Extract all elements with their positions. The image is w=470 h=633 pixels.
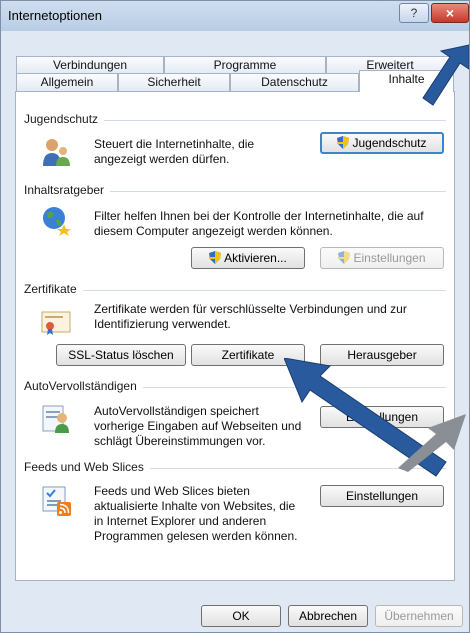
content-tab-panel: Jugendschutz Steuert die Internetinhalte…	[15, 91, 455, 581]
section-divider	[24, 290, 446, 291]
desc-line: Identifizierung verwendet.	[94, 317, 231, 331]
decorative-gray-arrow	[398, 414, 466, 472]
clear-ssl-state-button[interactable]: SSL-Status löschen	[56, 344, 186, 366]
ok-button[interactable]: OK	[201, 605, 281, 627]
feeds-settings-button[interactable]: Einstellungen	[320, 485, 444, 507]
desc-line: diesem Computer angezeigt werden können.	[94, 224, 333, 238]
window-title: Internetoptionen	[8, 8, 102, 23]
title-bar[interactable]: Internetoptionen ? ×	[1, 1, 469, 31]
tab-sicherheit[interactable]: Sicherheit	[118, 73, 230, 91]
zertifikate-description: Zertifikate werden für verschlüsselte Ve…	[94, 302, 407, 332]
desc-line: Steuert die Internetinhalte, die	[94, 137, 255, 151]
desc-line: vorherige Eingaben auf Webseiten und	[94, 419, 302, 433]
internet-options-window: Internetoptionen ? × Verbindungen Progra…	[0, 0, 470, 633]
feeds-icon	[42, 486, 71, 516]
activate-button-label: Aktivieren...	[224, 251, 287, 265]
section-title-jugendschutz: Jugendschutz	[24, 112, 105, 126]
section-title-inhaltsratgeber: Inhaltsratgeber	[24, 183, 111, 197]
arrow-pointing-to-inhalte-tab	[422, 44, 469, 106]
desc-line: Zertifikate werden für verschlüsselte Ve…	[94, 302, 407, 316]
apply-button[interactable]: Übernehmen	[375, 605, 463, 627]
section-title-feeds: Feeds und Web Slices	[24, 460, 150, 474]
uac-shield-icon	[338, 251, 351, 264]
content-advisor-settings-button[interactable]: Einstellungen	[320, 247, 444, 269]
tab-allgemein[interactable]: Allgemein	[16, 73, 118, 91]
desc-line: angezeigt werden dürfen.	[94, 152, 230, 166]
desc-line: schlägt Übereinstimmungen vor.	[94, 434, 266, 448]
section-title-autocomplete: AutoVervollständigen	[24, 379, 143, 393]
desc-line: aktualisierte Inhalte von Websites, die	[94, 499, 296, 513]
jugendschutz-button-label: Jugendschutz	[352, 136, 427, 150]
close-button[interactable]: ×	[431, 3, 469, 23]
activate-button[interactable]: Aktivieren...	[191, 247, 305, 269]
desc-line: Filter helfen Ihnen bei der Kontrolle de…	[94, 209, 424, 223]
feeds-description: Feeds und Web Slices bieten aktualisiert…	[94, 484, 297, 544]
cancel-button[interactable]: Abbrechen	[288, 605, 368, 627]
desc-line: AutoVervollständigen speichert	[94, 404, 259, 418]
tab-programme[interactable]: Programme	[164, 56, 326, 74]
content-advisor-settings-label: Einstellungen	[353, 251, 426, 265]
jugendschutz-description: Steuert die Internetinhalte, die angezei…	[94, 137, 254, 167]
help-button[interactable]: ?	[399, 3, 429, 23]
section-title-zertifikate: Zertifikate	[24, 282, 83, 296]
parental-control-icon	[43, 139, 70, 166]
certificate-icon	[41, 311, 71, 335]
inhaltsratgeber-description: Filter helfen Ihnen bei der Kontrolle de…	[94, 209, 424, 239]
autocomplete-icon	[42, 405, 69, 433]
desc-line: Programmen gelesen werden können.	[94, 529, 298, 543]
uac-shield-icon	[337, 136, 350, 149]
desc-line: in Internet Explorer und anderen	[94, 514, 267, 528]
uac-shield-icon	[209, 251, 222, 264]
tab-datenschutz[interactable]: Datenschutz	[230, 73, 359, 91]
jugendschutz-button[interactable]: Jugendschutz	[320, 132, 444, 154]
content-advisor-icon	[43, 207, 71, 236]
autocomplete-description: AutoVervollständigen speichert vorherige…	[94, 404, 301, 449]
tab-verbindungen[interactable]: Verbindungen	[16, 56, 164, 74]
desc-line: Feeds und Web Slices bieten	[94, 484, 250, 498]
